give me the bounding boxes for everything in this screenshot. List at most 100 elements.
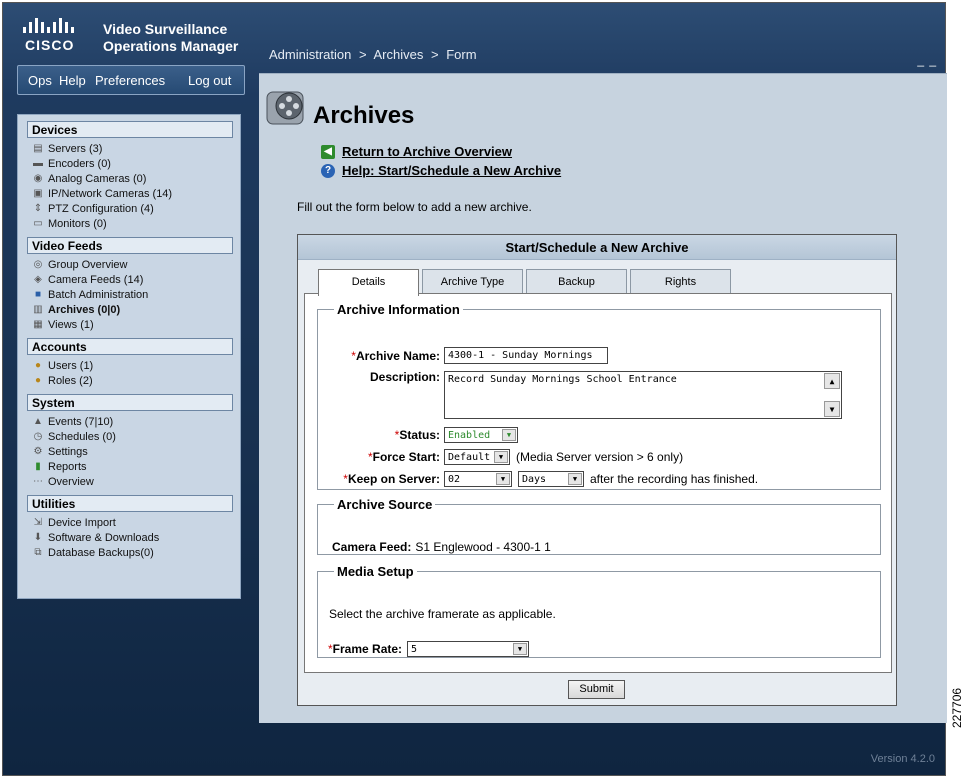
keep-amount-select[interactable]: 02 ▼ [444,471,512,487]
sidebar-item-archives[interactable]: ▥ Archives (0|0) [27,302,234,317]
sidebar-item-schedules[interactable]: ◷ Schedules (0) [27,429,234,444]
product-name: Video Surveillance Operations Manager [103,21,238,55]
sidebar-header-utilities: Utilities [27,495,233,512]
cisco-wordmark: CISCO [25,37,75,53]
sidebar-header-video-feeds: Video Feeds [27,237,233,254]
sidebar: Devices ▤ Servers (3) ▬ Encoders (0) ◉ Anal… [17,114,241,599]
sidebar-item-analog-cameras[interactable]: ◉ Analog Cameras (0) [27,171,234,186]
help-start-schedule-link[interactable]: Help: Start/Schedule a New Archive [342,163,561,178]
ip-camera-icon: ▣ [33,188,43,199]
monitor-icon: ▭ [33,218,43,229]
camera-feed-row: Camera Feed: S1 Englewood - 4300-1 1 [332,540,551,554]
warning-icon: ▲ [33,416,43,427]
tab-details[interactable]: Details [318,269,419,296]
sidebar-item-roles[interactable]: ● Roles (2) [27,373,234,388]
window-controls[interactable]: _ _ [917,53,937,67]
return-link-row: ◀ Return to Archive Overview [321,144,512,159]
sidebar-item-group-overview[interactable]: ◎ Group Overview [27,257,234,272]
keep-unit-select[interactable]: Days ▼ [518,471,584,487]
keep-on-server-note: after the recording has finished. [590,472,759,486]
archive-source-legend: Archive Source [337,497,433,512]
sidebar-item-events[interactable]: ▲ Events (7|10) [27,414,234,429]
sidebar-item-database-backups[interactable]: ⧉ Database Backups(0) [27,545,234,560]
tab-rights[interactable]: Rights [630,269,731,294]
help-link[interactable]: Help [59,73,86,88]
back-arrow-icon: ◀ [321,144,335,159]
frame-rate-select[interactable]: 5 ▼ [407,641,530,657]
archive-source-fieldset: Archive Source Camera Feed: S1 Englewood… [317,497,881,555]
figure-id: 227706 [950,687,964,728]
return-to-archive-overview-link[interactable]: Return to Archive Overview [342,144,512,159]
sidebar-item-servers[interactable]: ▤ Servers (3) [27,141,234,156]
sidebar-item-monitors[interactable]: ▭ Monitors (0) [27,216,234,231]
main-content: Archives ◀ Return to Archive Overview ? … [259,73,947,723]
scroll-up-icon[interactable]: ▲ [824,373,840,389]
archive-name-label: *Archive Name: [351,348,440,363]
tab-backup[interactable]: Backup [526,269,627,294]
tab-archive-type[interactable]: Archive Type [422,269,523,294]
clock-icon: ◷ [33,431,43,442]
details-panel: Archive Information *Archive Name: 4300-… [304,293,892,673]
form-header: Start/Schedule a New Archive [298,235,896,260]
signal-icon: ⋯ [33,476,43,487]
sidebar-item-views[interactable]: ▦ Views (1) [27,317,234,332]
media-setup-fieldset: Media Setup Select the archive framerate… [317,564,881,658]
server-icon: ▤ [33,143,43,154]
description-row: Description: [318,370,440,384]
database-backup-icon: ⧉ [34,547,42,558]
sidebar-item-device-import[interactable]: ⇲ Device Import [27,515,234,530]
breadcrumb-administration[interactable]: Administration [269,47,351,62]
gear-icon: ⚙ [33,446,43,457]
film-reel-icon [266,91,304,125]
chevron-down-icon: ▼ [513,643,528,655]
camera-feeds-icon: ◈ [34,274,42,285]
archive-name-input[interactable]: 4300-1 - Sunday Mornings [444,347,608,364]
archive-information-legend: Archive Information [337,302,460,317]
top-menu: Ops Help Preferences Log out [17,65,245,95]
scroll-down-icon[interactable]: ▼ [824,401,840,417]
preferences-link[interactable]: Preferences [95,73,165,88]
logout-link[interactable]: Log out [188,73,231,88]
download-icon: ⬇ [33,532,43,543]
sidebar-section-accounts: Accounts ● Users (1) ● Roles (2) [27,338,234,388]
sidebar-item-encoders[interactable]: ▬ Encoders (0) [27,156,234,171]
sidebar-item-batch-administration[interactable]: ■ Batch Administration [27,287,234,302]
views-icon: ▦ [33,319,43,330]
status-select[interactable]: Enabled ▼ [444,427,518,443]
sidebar-item-ptz-configuration[interactable]: ⇕ PTZ Configuration (4) [27,201,234,216]
page-title: Archives [313,102,415,129]
ops-link[interactable]: Ops [28,73,52,88]
sidebar-item-reports[interactable]: ▮ Reports [27,459,234,474]
sidebar-item-camera-feeds[interactable]: ◈ Camera Feeds (14) [27,272,234,287]
batch-admin-icon: ■ [34,289,42,300]
sidebar-section-video-feeds: Video Feeds ◎ Group Overview ◈ Camera Feed… [27,237,234,332]
submit-button[interactable]: Submit [568,680,625,699]
encoder-icon: ▬ [33,158,43,169]
sidebar-header-devices: Devices [27,121,233,138]
new-archive-form: Start/Schedule a New Archive Details Arc… [297,234,897,706]
version-label: Version 4.2.0 [870,753,935,765]
breadcrumb-separator: > [359,47,367,62]
description-text: Record Sunday Mornings School Entrance [448,374,677,385]
sidebar-item-users[interactable]: ● Users (1) [27,358,234,373]
ptz-icon: ⇕ [33,203,43,214]
application-window: CISCO Video Surveillance Operations Mana… [2,2,947,776]
breadcrumb-archives[interactable]: Archives [374,47,424,62]
sidebar-item-settings[interactable]: ⚙ Settings [27,444,234,459]
users-icon: ● [34,360,42,371]
sidebar-item-ip-cameras[interactable]: ▣ IP/Network Cameras (14) [27,186,234,201]
sidebar-item-software-downloads[interactable]: ⬇ Software & Downloads [27,530,234,545]
force-start-select[interactable]: Default ▼ [444,449,510,465]
description-textarea[interactable]: Record Sunday Mornings School Entrance ▲… [444,371,842,419]
description-label: Description: [369,370,440,384]
sidebar-item-overview[interactable]: ⋯ Overview [27,474,234,489]
help-icon: ? [321,163,335,178]
status-label: *Status: [394,428,440,442]
chevron-down-icon: ▼ [494,451,508,463]
roles-icon: ● [34,375,42,386]
status-row: *Status: Enabled ▼ [318,427,518,443]
breadcrumb-form: Form [446,47,477,62]
media-setup-instructions: Select the archive framerate as applicab… [329,607,556,621]
archive-name-row: *Archive Name: 4300-1 - Sunday Mornings [318,347,608,364]
frame-rate-row: *Frame Rate: 5 ▼ [328,641,530,657]
